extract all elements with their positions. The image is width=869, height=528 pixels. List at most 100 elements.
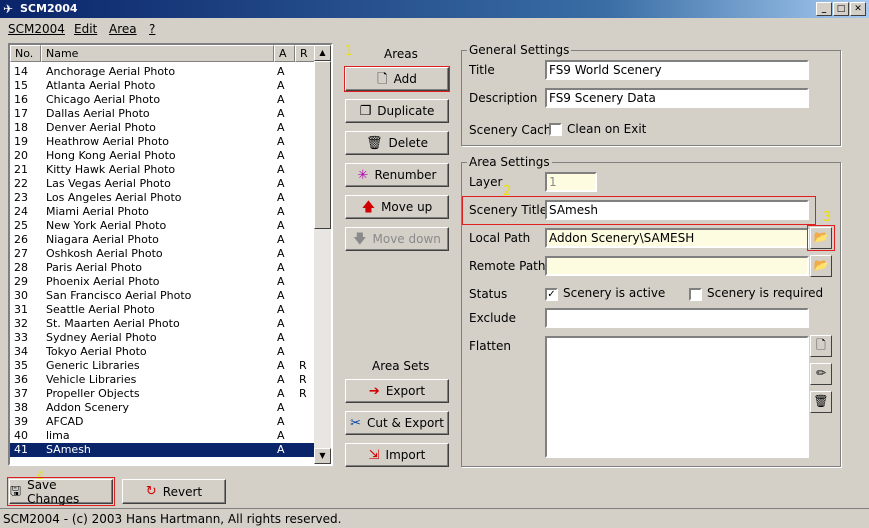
title-field[interactable]: FS9 World Scenery (545, 60, 809, 80)
list-row[interactable]: 37 Propeller Objects A R (10, 387, 316, 401)
row-a-flag: A (277, 443, 285, 456)
move-down-button[interactable]: 🡇 Move down (345, 227, 449, 251)
flatten-delete-button[interactable]: 🗑 (810, 391, 832, 413)
flatten-new-button[interactable]: 🗋 (810, 335, 832, 357)
renumber-button[interactable]: ✳ Renumber (345, 163, 449, 187)
delete-button[interactable]: 🗑 Delete (345, 131, 449, 155)
list-row[interactable]: 17 Dallas Aerial Photo A (10, 107, 316, 121)
list-row[interactable]: 31 Seattle Aerial Photo A (10, 303, 316, 317)
row-name: Phoenix Aerial Photo (46, 275, 160, 288)
list-row[interactable]: 22 Las Vegas Aerial Photo A (10, 177, 316, 191)
menu-edit[interactable]: Edit (74, 22, 97, 36)
list-row[interactable]: 35 Generic Libraries A R (10, 359, 316, 373)
list-row[interactable]: 33 Sydney Aerial Photo A (10, 331, 316, 345)
column-header-name[interactable]: Name (41, 45, 274, 62)
list-row[interactable]: 25 New York Aerial Photo A (10, 219, 316, 233)
scenery-list[interactable]: No. Name A R 14 Anchorage Aerial Photo A 15… (8, 43, 333, 466)
row-number: 29 (14, 275, 28, 288)
clean-on-exit-checkbox[interactable] (549, 123, 562, 136)
layer-field[interactable]: 1 (545, 172, 597, 192)
row-number: 35 (14, 359, 28, 372)
list-row[interactable]: 28 Paris Aerial Photo A (10, 261, 316, 275)
scenery-active-checkbox[interactable]: ✓ (545, 288, 558, 301)
row-number: 33 (14, 331, 28, 344)
row-a-flag: A (277, 429, 285, 442)
list-row[interactable]: 36 Vehicle Libraries A R (10, 373, 316, 387)
list-scrollbar[interactable]: ▲ ▼ (314, 45, 331, 464)
local-path-field[interactable]: Addon Scenery\SAMESH (545, 228, 809, 248)
list-row[interactable]: 16 Chicago Aerial Photo A (10, 93, 316, 107)
scroll-down-arrow-icon[interactable]: ▼ (314, 448, 331, 464)
description-label: Description (469, 91, 538, 105)
minimize-button[interactable]: _ (816, 2, 832, 16)
row-number: 21 (14, 163, 28, 176)
row-a-flag: A (277, 345, 285, 358)
close-button[interactable]: ✕ (850, 2, 866, 16)
row-number: 34 (14, 345, 28, 358)
local-path-label: Local Path (469, 231, 531, 245)
row-name: Seattle Aerial Photo (46, 303, 155, 316)
list-row[interactable]: 32 St. Maarten Aerial Photo A (10, 317, 316, 331)
scroll-thumb[interactable] (314, 61, 331, 229)
column-header-a[interactable]: A (274, 45, 295, 62)
list-row[interactable]: 15 Atlanta Aerial Photo A (10, 79, 316, 93)
exclude-field[interactable] (545, 308, 809, 328)
list-row[interactable]: 27 Oshkosh Aerial Photo A (10, 247, 316, 261)
cut-export-button[interactable]: ✂ Cut & Export (345, 411, 449, 435)
row-number: 20 (14, 149, 28, 162)
import-button[interactable]: ⇲ Import (345, 443, 449, 467)
remote-path-field[interactable] (545, 256, 809, 276)
row-number: 15 (14, 79, 28, 92)
menu-area[interactable]: Area (109, 22, 137, 36)
maximize-button[interactable]: □ (833, 2, 849, 16)
row-a-flag: A (277, 359, 285, 372)
row-name: SAmesh (46, 443, 91, 456)
export-button[interactable]: ➔ Export (345, 379, 449, 403)
list-row[interactable]: 21 Kitty Hawk Aerial Photo A (10, 163, 316, 177)
list-row[interactable]: 30 San Francisco Aerial Photo A (10, 289, 316, 303)
list-row[interactable]: 40 lima A (10, 429, 316, 443)
menu-scm2004[interactable]: SCM2004 (8, 22, 65, 36)
description-field[interactable]: FS9 Scenery Data (545, 88, 809, 108)
row-name: Los Angeles Aerial Photo (46, 191, 182, 204)
menu-help[interactable]: ? (149, 22, 155, 36)
list-row[interactable]: 19 Heathrow Aerial Photo A (10, 135, 316, 149)
list-row[interactable]: 26 Niagara Aerial Photo A (10, 233, 316, 247)
scenery-required-checkbox[interactable] (689, 288, 702, 301)
list-row[interactable]: 39 AFCAD A (10, 415, 316, 429)
annotation-3: 3 (823, 210, 832, 225)
flatten-field[interactable] (545, 336, 809, 458)
row-number: 24 (14, 205, 28, 218)
row-a-flag: A (277, 317, 285, 330)
row-name: AFCAD (46, 415, 84, 428)
list-row[interactable]: 38 Addon Scenery A (10, 401, 316, 415)
row-number: 18 (14, 121, 28, 134)
list-row[interactable]: 24 Miami Aerial Photo A (10, 205, 316, 219)
list-row[interactable]: 41 SAmesh A (10, 443, 316, 457)
column-header-no[interactable]: No. (10, 45, 41, 62)
list-row[interactable]: 14 Anchorage Aerial Photo A (10, 65, 316, 79)
flatten-edit-button[interactable]: ✏ (810, 363, 832, 385)
new-document-icon: 🗋 (816, 338, 826, 352)
row-name: Oshkosh Aerial Photo (46, 247, 163, 260)
list-row[interactable]: 29 Phoenix Aerial Photo A (10, 275, 316, 289)
revert-button[interactable]: ↻ Revert (122, 479, 226, 504)
list-row[interactable]: 34 Tokyo Aerial Photo A (10, 345, 316, 359)
row-name: Las Vegas Aerial Photo (46, 177, 171, 190)
browse-remote-path-button[interactable]: 📂 (810, 255, 832, 277)
row-number: 22 (14, 177, 28, 190)
list-row[interactable]: 18 Denver Aerial Photo A (10, 121, 316, 135)
arrow-up-icon: 🡅 (361, 199, 376, 215)
row-name: Paris Aerial Photo (46, 261, 143, 274)
row-a-flag: A (277, 191, 285, 204)
list-row[interactable]: 23 Los Angeles Aerial Photo A (10, 191, 316, 205)
move-up-button[interactable]: 🡅 Move up (345, 195, 449, 219)
cut-export-icon: ✂ (350, 415, 361, 431)
row-number: 32 (14, 317, 28, 330)
column-header-r[interactable]: R (295, 45, 316, 62)
duplicate-button[interactable]: ❐ Duplicate (345, 99, 449, 123)
list-row[interactable]: 20 Hong Kong Aerial Photo A (10, 149, 316, 163)
revert-icon: ↻ (145, 484, 157, 499)
scroll-up-arrow-icon[interactable]: ▲ (314, 45, 331, 61)
status-bar: SCM2004 - (c) 2003 Hans Hartmann, All ri… (0, 508, 869, 528)
